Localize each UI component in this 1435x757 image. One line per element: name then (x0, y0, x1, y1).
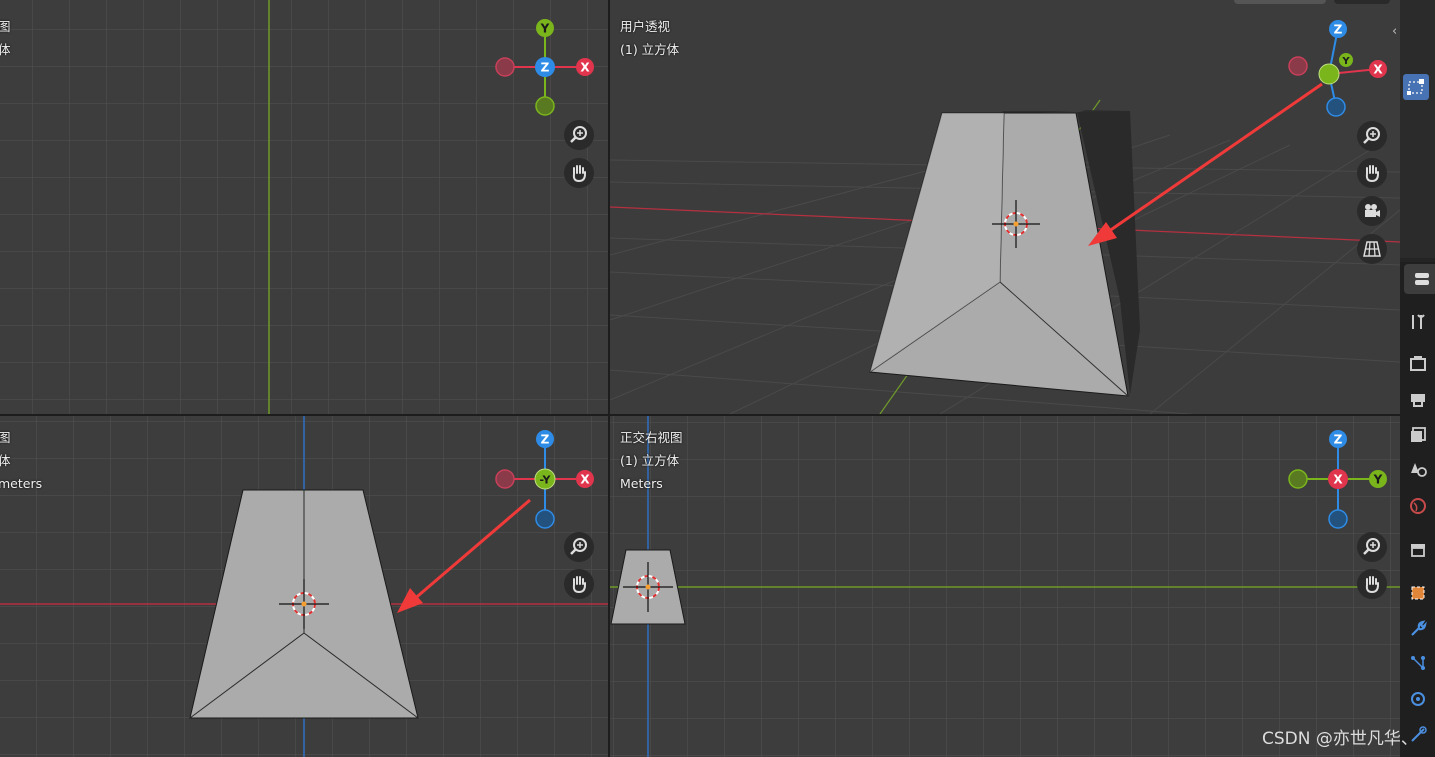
object-name: 体 (0, 42, 11, 57)
hand-icon (1365, 576, 1379, 594)
units-label: Meters (620, 476, 663, 491)
select-box-tool[interactable] (1403, 74, 1429, 100)
hand-icon (572, 165, 586, 183)
tab-tool[interactable] (1404, 264, 1435, 294)
tab-object[interactable] (1407, 582, 1429, 604)
collection-box-icon (1411, 544, 1425, 557)
zoom-button[interactable] (564, 532, 594, 562)
watermark: CSDN @亦世凡华、 (1262, 729, 1418, 749)
svg-text:Y: Y (1341, 56, 1350, 67)
object-name: (1) 立方体 (620, 453, 680, 468)
object-icon (1411, 586, 1425, 600)
view-name: 图 (0, 430, 11, 445)
select-box-icon (1407, 79, 1424, 95)
view-info: 用户透视 (1) 立方体 (620, 15, 679, 61)
pan-button[interactable] (564, 569, 594, 599)
tab-scene[interactable] (1407, 458, 1429, 480)
svg-text:Y: Y (1373, 473, 1383, 487)
header-dropdown-fragment[interactable] (1334, 0, 1390, 4)
tab-output[interactable] (1407, 388, 1429, 410)
svg-text:Z: Z (1334, 23, 1343, 37)
tab-particles[interactable] (1407, 652, 1429, 674)
view-name: 正交右视图 (620, 430, 683, 445)
svg-text:Z: Z (541, 61, 550, 75)
pan-button[interactable] (1357, 158, 1387, 188)
pan-button[interactable] (564, 158, 594, 188)
camera-button[interactable] (1357, 196, 1387, 226)
world-icon (1410, 498, 1426, 514)
units-label: meters (0, 476, 43, 491)
object-name: (1) 立方体 (620, 42, 680, 57)
wrench-screwdriver-icon (1412, 314, 1425, 329)
neg-x-handle (495, 57, 515, 77)
tab-physics[interactable] (1407, 688, 1429, 710)
vertex-icon (1411, 656, 1425, 670)
scene-icon (1411, 463, 1427, 477)
tab-render[interactable] (1407, 352, 1429, 374)
view-name: 用户透视 (620, 19, 671, 34)
scene-bottom-right (610, 416, 1400, 757)
render-icon (1410, 356, 1426, 371)
viewport-top-left[interactable]: 图 体 X Y Z (0, 0, 608, 414)
svg-text:Z: Z (1334, 433, 1343, 447)
svg-text:Y: Y (540, 22, 550, 36)
zoom-button[interactable] (564, 120, 594, 150)
navigation-gizmo[interactable]: X Y Z (495, 18, 595, 118)
hand-icon (1365, 165, 1379, 183)
svg-text:X: X (1373, 63, 1383, 77)
view-info: 图 体 (0, 15, 11, 61)
tab-world[interactable] (1407, 495, 1429, 517)
view-name: 图 (0, 19, 11, 34)
properties-sidebar: ‹ (1392, 0, 1435, 757)
viewport-top-right[interactable]: 用户透视 (1) 立方体 X Z Y (610, 0, 1400, 414)
toolbar-region (1400, 0, 1435, 258)
tab-tools[interactable] (1407, 310, 1429, 332)
wrench-icon (1411, 620, 1427, 636)
camera-icon (1365, 204, 1380, 217)
grid-icon (1363, 241, 1381, 257)
navigation-gizmo[interactable]: X Z -Y (495, 429, 595, 529)
zoom-icon (1363, 538, 1380, 555)
tool-tab-icon (1415, 273, 1429, 285)
navigation-gizmo[interactable]: Y Z X (1288, 429, 1388, 529)
svg-text:-Y: -Y (540, 474, 552, 487)
grid-toggle-button[interactable] (1357, 234, 1387, 264)
zoom-icon (1363, 127, 1380, 144)
navigation-gizmo[interactable]: X Z Y (1288, 18, 1388, 118)
physics-icon (1411, 692, 1425, 706)
object-name: 体 (0, 453, 11, 468)
tab-view-layer[interactable] (1407, 424, 1429, 446)
svg-text:X: X (580, 61, 590, 75)
svg-text:X: X (1333, 473, 1343, 487)
cube-mesh (869, 110, 1140, 397)
viewport-bottom-left[interactable]: 图 体 meters X Z -Y (0, 416, 608, 757)
collapse-chevron-icon[interactable]: ‹ (1392, 24, 1397, 39)
view-info: 正交右视图 (1) 立方体 Meters (620, 426, 683, 495)
pan-button[interactable] (1357, 569, 1387, 599)
neg-y-handle (535, 96, 555, 116)
svg-text:X: X (580, 473, 590, 487)
svg-text:Z: Z (541, 433, 550, 447)
viewport-bottom-right[interactable]: 正交右视图 (1) 立方体 Meters Y Z X (610, 416, 1400, 757)
zoom-icon (570, 126, 587, 143)
header-buttons-fragment[interactable] (1234, 0, 1326, 4)
scene-top-right (610, 82, 1400, 414)
zoom-button[interactable] (1357, 121, 1387, 151)
tab-collection[interactable] (1407, 538, 1429, 560)
hand-icon (572, 576, 586, 594)
zoom-icon (570, 538, 587, 555)
printer-icon (1411, 394, 1425, 407)
view-info: 图 体 meters (0, 426, 42, 495)
zoom-button[interactable] (1357, 532, 1387, 562)
tab-modifiers[interactable] (1407, 618, 1429, 640)
image-stack-icon (1411, 427, 1426, 442)
